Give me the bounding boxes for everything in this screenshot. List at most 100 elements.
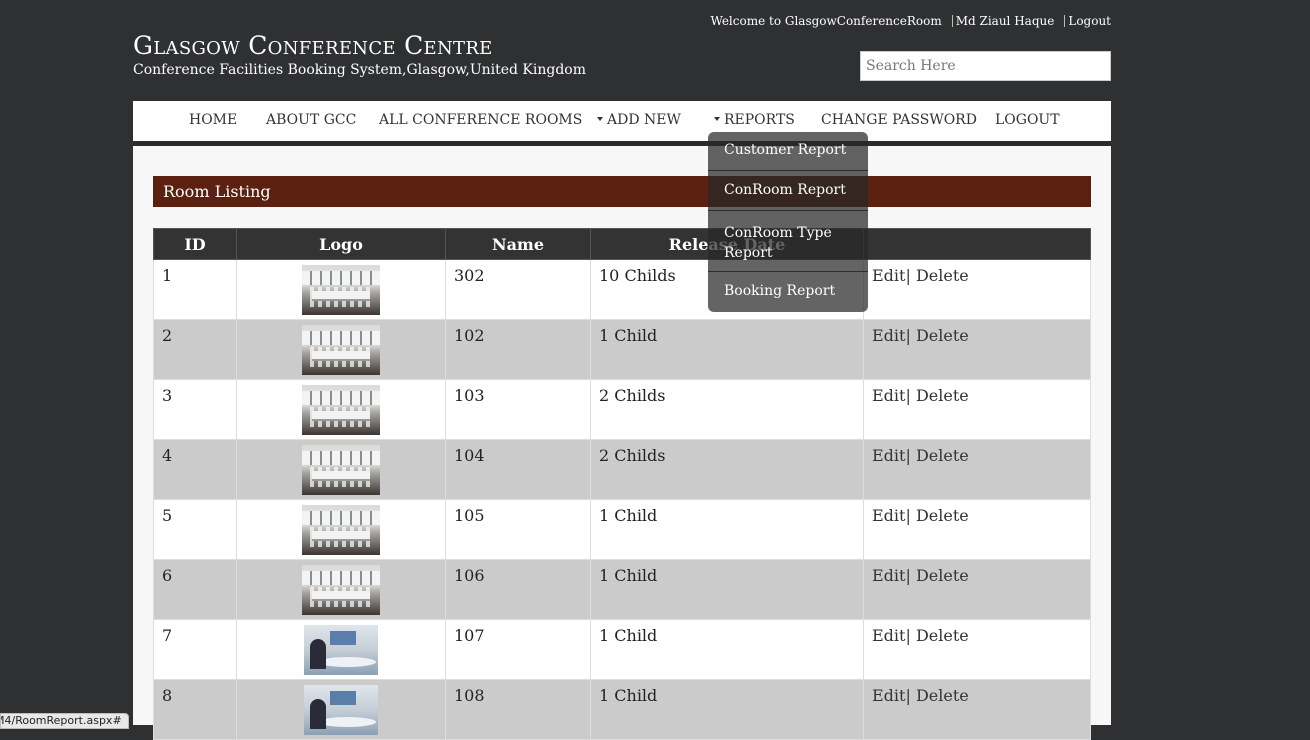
room-thumbnail [302,565,380,615]
cell-name: 106 [445,559,591,620]
menu-item-booking-report[interactable]: Booking Report [708,283,868,299]
room-thumbnail [304,625,378,675]
cell-logo [236,619,446,680]
cell-id: 5 [153,499,237,560]
delete-link[interactable]: | Delete [905,266,968,285]
table-row: 1 302 10 Childs Edit| Delete [153,259,1091,320]
menu-divider [708,271,868,272]
menu-divider [708,170,868,171]
menu-item-conroom-type-report[interactable]: ConRoom Type Report [708,223,868,263]
site-title[interactable]: Glasgow Conference Centre [133,31,586,61]
status-url-text: M4/RoomReport.aspx# [0,714,122,727]
table-header-row: ID Logo Name Release Date [153,228,1091,260]
delete-link[interactable]: | Delete [905,386,968,405]
nav-logout[interactable]: LOGOUT [995,101,1060,141]
table-row: 5 105 1 Child Edit| Delete [153,499,1091,560]
room-thumbnail [302,325,380,375]
cell-release: 2 Childs [590,439,864,500]
table-row: 6 106 1 Child Edit| Delete [153,559,1091,620]
delete-link[interactable]: | Delete [905,686,968,705]
nav-home[interactable]: HOME [189,101,237,141]
cell-release: 1 Child [590,619,864,680]
cell-actions: Edit| Delete [863,439,1091,500]
cell-release: 1 Child [590,559,864,620]
edit-link[interactable]: Edit [872,326,905,345]
table-row: 3 103 2 Childs Edit| Delete [153,379,1091,440]
cell-release: 2 Childs [590,379,864,440]
cell-name: 108 [445,679,591,740]
cell-actions: Edit| Delete [863,259,1091,320]
cell-name: 103 [445,379,591,440]
separator [1064,15,1066,27]
menu-item-customer-report[interactable]: Customer Report [708,142,868,158]
cell-name: 102 [445,319,591,380]
nav-add-new[interactable]: ADD NEW [597,101,681,141]
cell-actions: Edit| Delete [863,559,1091,620]
room-thumbnail [302,385,380,435]
table-row: 7 107 1 Child Edit| Delete [153,619,1091,680]
cell-id: 6 [153,559,237,620]
cell-logo [236,559,446,620]
browser-status-url: M4/RoomReport.aspx# [0,713,129,729]
nav-add-new-label: ADD NEW [607,112,681,128]
top-logout-link[interactable]: Logout [1068,14,1111,28]
cell-logo [236,379,446,440]
table-row: 8 108 1 Child Edit| Delete [153,679,1091,740]
menu-item-label: ConRoom Type [724,225,832,241]
search-input[interactable] [860,51,1111,81]
room-table: ID Logo Name Release Date 1 302 10 Child… [153,228,1091,740]
menu-item-label: Report [724,245,773,261]
edit-link[interactable]: Edit [872,386,905,405]
main-content: Room Listing ID Logo Name Release Date 1… [133,146,1111,740]
column-header-name[interactable]: Name [445,228,591,260]
site-branding: Glasgow Conference Centre Conference Fac… [133,31,586,79]
menu-item-conroom-report[interactable]: ConRoom Report [708,182,868,198]
column-header-actions [863,228,1091,260]
delete-link[interactable]: | Delete [905,506,968,525]
cell-name: 302 [445,259,591,320]
room-thumbnail [302,445,380,495]
edit-link[interactable]: Edit [872,686,905,705]
edit-link[interactable]: Edit [872,626,905,645]
menu-divider [708,210,868,211]
column-header-id[interactable]: ID [153,228,237,260]
table-row: 4 104 2 Childs Edit| Delete [153,439,1091,500]
column-header-logo[interactable]: Logo [236,228,446,260]
nav-all-rooms[interactable]: ALL CONFERENCE ROOMS [379,101,582,141]
cell-release: 1 Child [590,319,864,380]
delete-link[interactable]: | Delete [905,446,968,465]
edit-link[interactable]: Edit [872,446,905,465]
nav-reports-label: REPORTS [724,112,795,128]
cell-id: 3 [153,379,237,440]
edit-link[interactable]: Edit [872,266,905,285]
separator [951,15,953,27]
room-thumbnail [302,505,380,555]
cell-id: 8 [153,679,237,740]
delete-link[interactable]: | Delete [905,626,968,645]
cell-logo [236,319,446,380]
cell-actions: Edit| Delete [863,619,1091,680]
room-thumbnail [304,685,378,735]
room-thumbnail [302,265,380,315]
cell-id: 4 [153,439,237,500]
table-row: 2 102 1 Child Edit| Delete [153,319,1091,380]
edit-link[interactable]: Edit [872,566,905,585]
cell-actions: Edit| Delete [863,499,1091,560]
cell-release: 1 Child [590,679,864,740]
main-nav: HOME ABOUT GCC ALL CONFERENCE ROOMS ADD … [133,101,1111,146]
cell-actions: Edit| Delete [863,319,1091,380]
cell-name: 107 [445,619,591,680]
cell-name: 104 [445,439,591,500]
site-subtitle: Conference Facilities Booking System,Gla… [133,62,587,78]
top-user-bar: Welcome to GlasgowConferenceRoom Md Ziau… [710,13,1111,29]
cell-id: 1 [153,259,237,320]
user-name-link[interactable]: Md Ziaul Haque [956,14,1055,28]
cell-id: 2 [153,319,237,380]
edit-link[interactable]: Edit [872,506,905,525]
delete-link[interactable]: | Delete [905,566,968,585]
cell-logo [236,259,446,320]
nav-about[interactable]: ABOUT GCC [266,101,356,141]
welcome-text: Welcome to GlasgowConferenceRoom [710,14,942,28]
delete-link[interactable]: | Delete [905,326,968,345]
cell-actions: Edit| Delete [863,679,1091,740]
